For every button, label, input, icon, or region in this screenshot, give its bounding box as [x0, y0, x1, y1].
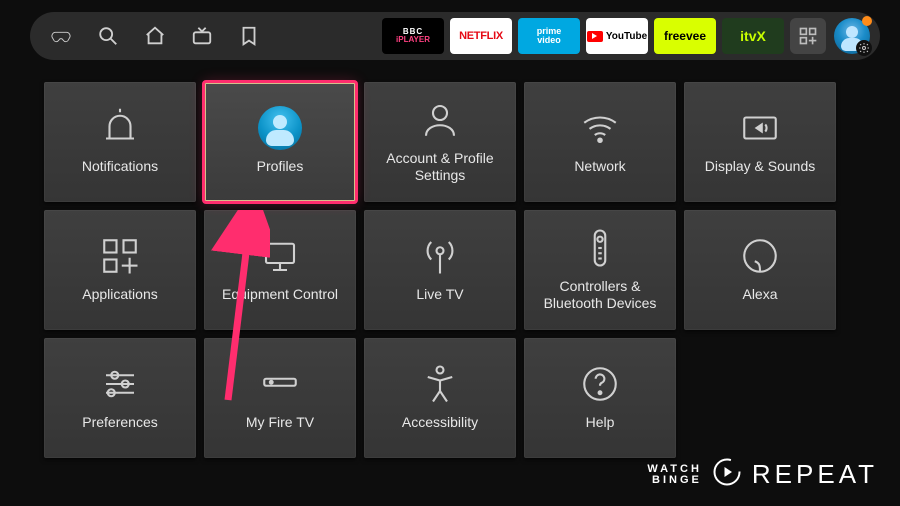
chip-label: itvX — [740, 28, 766, 44]
tile-label: Notifications — [74, 158, 166, 176]
antenna-icon — [419, 236, 461, 276]
firetv-icon — [259, 364, 301, 404]
settings-grid: Notifications Profiles Account & Profile… — [44, 82, 836, 458]
remote-icon — [579, 228, 621, 268]
tile-label: Equipment Control — [214, 286, 346, 304]
watermark-text: WATCH BINGE — [647, 464, 702, 486]
wifi-icon — [579, 108, 621, 148]
chip-label: prime — [537, 27, 562, 36]
display-icon — [739, 108, 781, 148]
tile-controllers-bluetooth[interactable]: Controllers & Bluetooth Devices — [524, 210, 676, 330]
tile-label: Live TV — [408, 286, 471, 304]
tile-display-sounds[interactable]: Display & Sounds — [684, 82, 836, 202]
monitor-icon — [259, 236, 301, 276]
chip-label: NETFLIX — [459, 30, 503, 42]
app-netflix[interactable]: NETFLIX — [450, 18, 512, 54]
tile-notifications[interactable]: Notifications — [44, 82, 196, 202]
home-icon[interactable] — [144, 25, 166, 47]
accessibility-icon — [419, 364, 461, 404]
tile-applications[interactable]: Applications — [44, 210, 196, 330]
watermark-word: REPEAT — [752, 459, 878, 490]
app-freevee[interactable]: freevee — [654, 18, 716, 54]
tile-label: Controllers & Bluetooth Devices — [524, 278, 676, 313]
chip-label: video — [537, 36, 561, 45]
tile-profiles[interactable]: Profiles — [204, 82, 356, 202]
repeat-icon — [712, 457, 742, 492]
chip-label: BBC — [403, 28, 423, 36]
profile-button[interactable] — [834, 18, 870, 54]
chip-label: YouTube — [606, 31, 647, 42]
tile-equipment-control[interactable]: Equipment Control — [204, 210, 356, 330]
search-icon[interactable] — [97, 25, 119, 47]
profile-avatar-icon — [258, 108, 302, 148]
tile-preferences[interactable]: Preferences — [44, 338, 196, 458]
apps-icon — [99, 236, 141, 276]
tile-account-profile-settings[interactable]: Account & Profile Settings — [364, 82, 516, 202]
all-apps-button[interactable] — [790, 18, 826, 54]
watermark: WATCH BINGE REPEAT — [647, 457, 878, 492]
app-youtube[interactable]: YouTube — [586, 18, 648, 54]
watermark-line1: WATCH — [647, 464, 702, 475]
tile-label: My Fire TV — [238, 414, 322, 432]
settings-gear-icon — [856, 40, 872, 56]
app-bbc-iplayer[interactable]: BBC iPLAYER — [382, 18, 444, 54]
tile-accessibility[interactable]: Accessibility — [364, 338, 516, 458]
bell-icon — [99, 108, 141, 148]
tile-label: Network — [566, 158, 633, 176]
app-itvx[interactable]: itvX — [722, 18, 784, 54]
alexa-icon — [739, 236, 781, 276]
top-navigation: BBC iPLAYER NETFLIX prime video YouTube … — [30, 12, 880, 60]
tile-live-tv[interactable]: Live TV — [364, 210, 516, 330]
chip-label: freevee — [664, 29, 706, 43]
nav-icon-group — [50, 25, 260, 47]
watermark-line2: BINGE — [652, 475, 702, 486]
tile-label: Help — [578, 414, 623, 432]
tile-label: Profiles — [249, 158, 312, 176]
tile-label: Account & Profile Settings — [364, 150, 516, 185]
tile-help[interactable]: Help — [524, 338, 676, 458]
tile-label: Alexa — [734, 286, 785, 304]
person-icon — [419, 100, 461, 140]
tile-my-fire-tv[interactable]: My Fire TV — [204, 338, 356, 458]
youtube-play-icon — [587, 31, 603, 42]
tile-label: Preferences — [74, 414, 165, 432]
live-tv-icon[interactable] — [191, 25, 213, 47]
bookmark-icon[interactable] — [238, 25, 260, 47]
notification-dot-icon — [862, 16, 872, 26]
game-icon[interactable] — [50, 25, 72, 47]
tile-label: Applications — [74, 286, 166, 304]
tile-label: Accessibility — [394, 414, 486, 432]
sliders-icon — [99, 364, 141, 404]
tile-network[interactable]: Network — [524, 82, 676, 202]
tile-alexa[interactable]: Alexa — [684, 210, 836, 330]
help-icon — [579, 364, 621, 404]
app-prime-video[interactable]: prime video — [518, 18, 580, 54]
app-shortcuts: BBC iPLAYER NETFLIX prime video YouTube … — [382, 18, 784, 54]
tile-label: Display & Sounds — [697, 158, 824, 176]
chip-label: iPLAYER — [396, 36, 430, 44]
